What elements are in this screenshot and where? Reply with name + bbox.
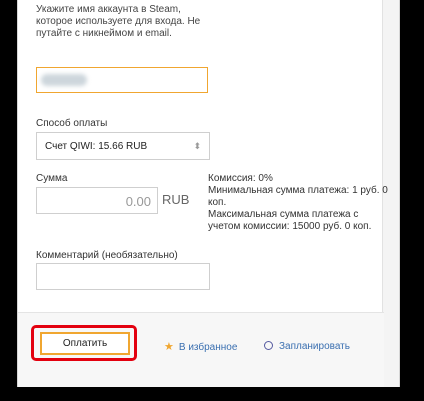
amount-label: Сумма xyxy=(36,173,68,184)
star-icon: ★ xyxy=(164,341,174,353)
commission-info: Комиссия: 0% Минимальная сумма платежа: … xyxy=(208,173,388,232)
comment-label: Комментарий (необязательно) xyxy=(36,250,178,261)
payment-method-value: Счет QIWI: 15.66 RUB xyxy=(45,141,148,152)
account-name-blurred xyxy=(41,74,87,86)
add-to-favorites-link[interactable]: ★ В избранное xyxy=(164,340,237,353)
clock-icon xyxy=(264,341,273,350)
amount-value: 0.00 xyxy=(125,194,151,209)
currency-label: RUB xyxy=(162,192,190,207)
favorites-label: В избранное xyxy=(178,342,238,353)
chevron-down-icon: ⬍ xyxy=(193,141,201,151)
account-hint: Укажите имя аккаунта в Steam, которое ис… xyxy=(36,4,201,39)
payment-method-label: Способ оплаты xyxy=(36,118,108,129)
comment-input[interactable] xyxy=(36,263,210,290)
schedule-link[interactable]: Запланировать xyxy=(264,340,350,352)
pay-button[interactable]: Оплатить xyxy=(40,332,130,355)
account-name-input[interactable] xyxy=(36,67,208,93)
payment-panel: Укажите имя аккаунта в Steam, которое ис… xyxy=(17,0,400,387)
action-footer: Оплатить ★ В избранное Запланировать xyxy=(18,312,384,387)
payment-method-select[interactable]: Счет QIWI: 15.66 RUB ⬍ xyxy=(36,132,210,160)
amount-input[interactable]: 0.00 xyxy=(36,187,158,214)
schedule-label: Запланировать xyxy=(279,341,350,352)
